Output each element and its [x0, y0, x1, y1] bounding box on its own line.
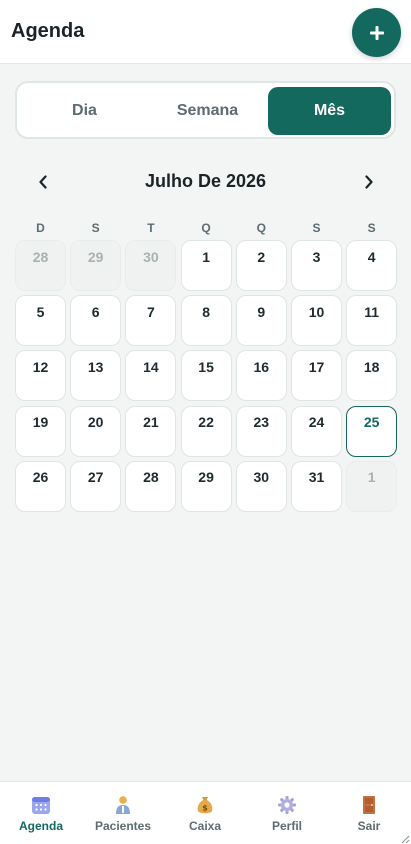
calendar-day[interactable]: 14	[125, 350, 177, 402]
calendar-day[interactable]: 22	[180, 405, 232, 457]
svg-text:$: $	[202, 804, 208, 813]
calendar-day[interactable]: 27	[70, 460, 122, 512]
calendar-day[interactable]: 29	[180, 460, 232, 512]
calendar-day[interactable]: 21	[125, 405, 177, 457]
calendar-day-outside-month[interactable]: 1	[346, 460, 398, 512]
view-month-tab[interactable]: Mês	[268, 87, 391, 135]
view-switcher: Dia Semana Mês	[15, 81, 396, 139]
calendar-day[interactable]: 11	[346, 295, 398, 347]
weekday-label: T	[147, 221, 155, 235]
calendar-day[interactable]: 18	[346, 350, 398, 402]
calendar-day[interactable]: 2	[235, 240, 287, 291]
calendar-day[interactable]: 17	[291, 350, 342, 402]
page-title: Agenda	[11, 20, 85, 42]
calendar-day[interactable]: 16	[235, 350, 287, 402]
gear-icon	[278, 796, 296, 814]
money-bag-icon: $	[197, 797, 213, 814]
weekday-header: DSTQQSS	[15, 221, 397, 235]
nav-label-perfil: Perfil	[271, 819, 302, 833]
weekday-label: Q	[201, 221, 211, 235]
calendar-day[interactable]: 7	[125, 295, 177, 347]
calendar-day-outside-month[interactable]: 30	[125, 240, 177, 291]
weekday-label: S	[312, 221, 321, 235]
calendar-icon	[32, 797, 50, 814]
month-navigation: Julho De 2026	[0, 168, 411, 196]
nav-label-sair: Sair	[357, 819, 381, 833]
month-title: Julho De 2026	[144, 171, 267, 191]
patient-icon	[116, 796, 130, 814]
calendar-day[interactable]: 23	[235, 405, 287, 457]
app-header: Agenda	[0, 0, 411, 64]
calendar-day[interactable]: 13	[70, 350, 122, 402]
door-icon	[363, 796, 375, 814]
bottom-navigation: Agenda Pacientes $ Caixa Perfil Sair	[0, 781, 411, 844]
calendar-day[interactable]: 3	[291, 240, 342, 291]
calendar-day[interactable]: 5	[15, 295, 66, 347]
calendar-day[interactable]: 10	[291, 295, 342, 347]
calendar-day[interactable]: 19	[15, 405, 66, 457]
nav-label-pacientes: Pacientes	[94, 819, 152, 833]
nav-label-caixa: Caixa	[188, 819, 222, 833]
chevron-right-icon	[365, 175, 373, 189]
calendar-day[interactable]: 24	[291, 405, 342, 457]
calendar-day[interactable]: 20	[70, 405, 122, 457]
weekday-label: Q	[256, 221, 266, 235]
calendar-day[interactable]: 6	[70, 295, 122, 347]
calendar-day[interactable]: 30	[235, 460, 287, 512]
nav-tab-pacientes[interactable]: Pacientes	[82, 782, 164, 844]
view-day-tab[interactable]: Dia	[23, 87, 146, 135]
calendar-day-outside-month[interactable]: 29	[70, 240, 122, 291]
calendar-day[interactable]: 15	[180, 350, 232, 402]
calendar-day[interactable]: 31	[291, 460, 342, 512]
nav-label-agenda: Agenda	[18, 819, 63, 833]
nav-tab-caixa[interactable]: $ Caixa	[164, 782, 246, 844]
weekday-label: S	[367, 221, 376, 235]
weekday-label: D	[36, 221, 45, 235]
calendar-day[interactable]: 4	[346, 240, 398, 291]
add-appointment-button[interactable]	[352, 8, 401, 57]
weekday-label: S	[91, 221, 100, 235]
resize-grip-icon	[401, 835, 410, 844]
calendar-day[interactable]: 26	[15, 460, 66, 512]
nav-tab-perfil[interactable]: Perfil	[246, 782, 328, 844]
calendar-grid: 28 29 30 1 2 3 4 5 6 7 8 9 10 11 12 13 14 15 16 17 18 19 20 21 2…	[15, 240, 398, 512]
plus-icon	[369, 25, 384, 40]
calendar-day[interactable]: 12	[15, 350, 66, 402]
calendar-day[interactable]: 8	[180, 295, 232, 347]
calendar-day[interactable]: 1	[180, 240, 232, 291]
nav-tab-agenda[interactable]: Agenda	[0, 782, 82, 844]
calendar-day[interactable]: 28	[125, 460, 177, 512]
calendar-day[interactable]: 9	[235, 295, 287, 347]
next-month-button[interactable]	[355, 168, 383, 196]
view-week-tab[interactable]: Semana	[146, 87, 269, 135]
calendar-day-today[interactable]: 25	[346, 405, 398, 457]
calendar-day-outside-month[interactable]: 28	[15, 240, 66, 291]
